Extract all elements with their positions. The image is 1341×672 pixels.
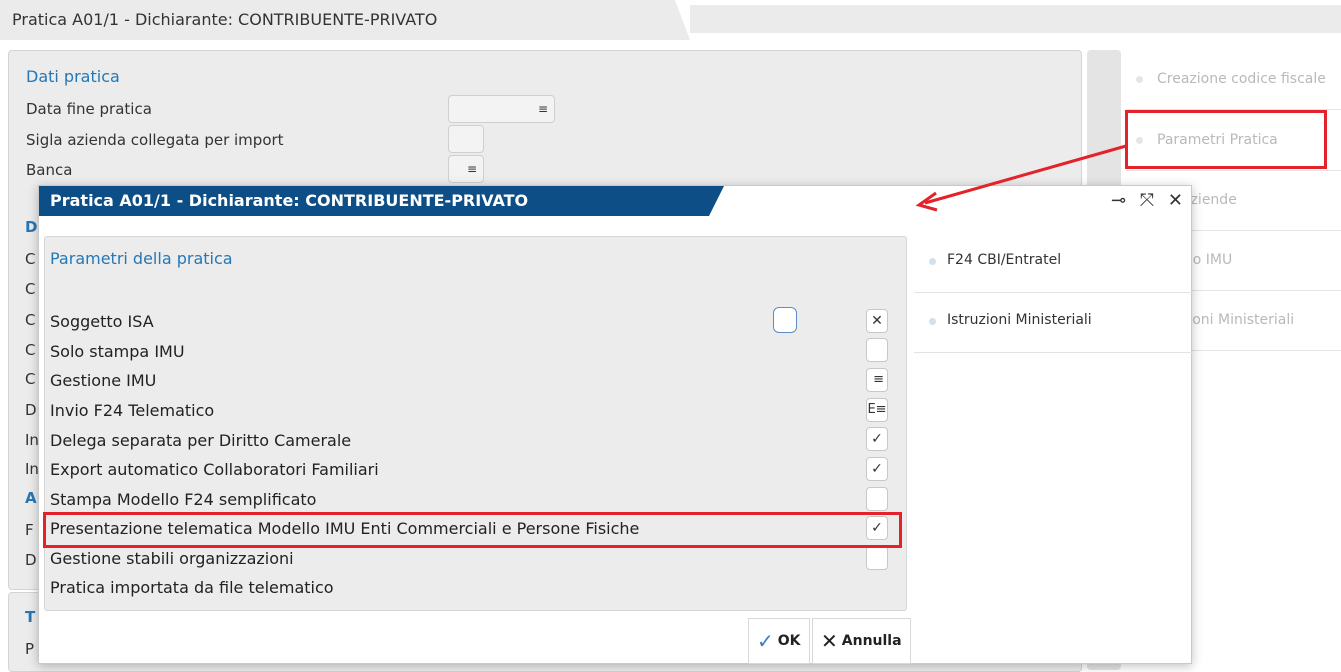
annotation-arrow [915, 144, 1127, 212]
